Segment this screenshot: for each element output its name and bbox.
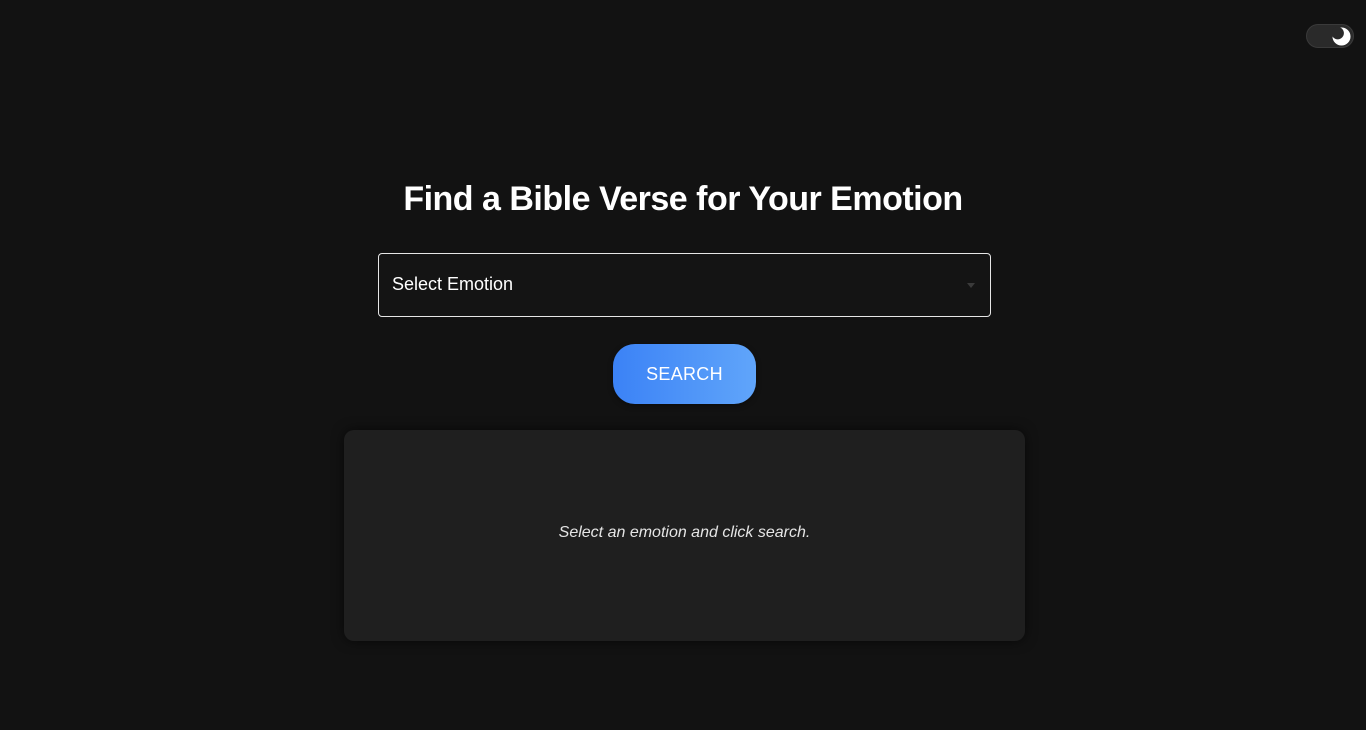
- result-message: Select an emotion and click search.: [558, 524, 811, 541]
- page-title: Find a Bible Verse for Your Emotion: [403, 180, 963, 218]
- page: Find a Bible Verse for Your Emotion Sele…: [0, 0, 1366, 730]
- search-button[interactable]: SEARCH: [613, 344, 756, 404]
- result-card: Select an emotion and click search.: [344, 430, 1025, 641]
- chevron-down-icon: [967, 283, 975, 288]
- theme-toggle[interactable]: [1306, 24, 1354, 48]
- emotion-select[interactable]: Select Emotion: [378, 253, 991, 317]
- emotion-select-value: Select Emotion: [392, 274, 514, 294]
- moon-icon: [1332, 27, 1351, 46]
